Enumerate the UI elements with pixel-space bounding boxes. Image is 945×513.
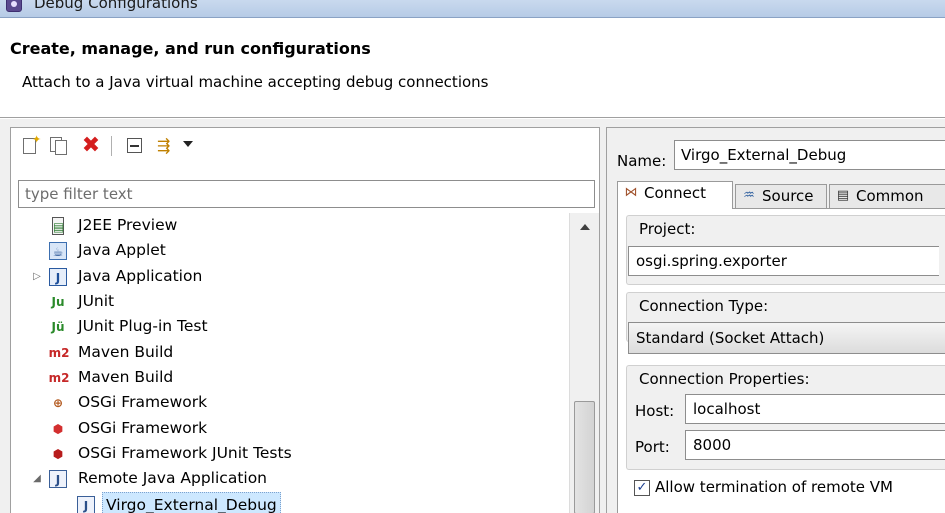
tree-item-label: OSGi Framework bbox=[78, 393, 208, 411]
j2ee-preview-icon: ▤ bbox=[52, 217, 64, 235]
tree-item-osgi-framework-junit-tests[interactable]: ⬢ OSGi Framework JUnit Tests bbox=[11, 441, 567, 466]
new-config-icon[interactable]: ✦ bbox=[21, 133, 41, 156]
name-label: Name: bbox=[617, 152, 667, 170]
connection-type-select[interactable]: Standard (Socket Attach) bbox=[628, 322, 945, 354]
tree-item-maven-build[interactable]: m2 Maven Build bbox=[11, 365, 567, 390]
port-input[interactable] bbox=[685, 430, 945, 460]
project-input[interactable] bbox=[628, 246, 939, 276]
filter-input[interactable] bbox=[18, 180, 595, 208]
filter-icon[interactable]: ⇶ bbox=[157, 136, 177, 156]
tab-source[interactable]: ♒ Source bbox=[735, 184, 827, 208]
scroll-up-arrow-icon[interactable] bbox=[580, 224, 590, 230]
allow-termination-row[interactable]: ✓ Allow termination of remote VM bbox=[634, 478, 945, 498]
java-applet-icon: ☕ bbox=[49, 242, 67, 260]
tab-connect[interactable]: ⋈ Connect bbox=[617, 181, 733, 209]
tree-item-label: Java Application bbox=[78, 267, 203, 285]
collapse-all-icon[interactable] bbox=[125, 136, 145, 156]
tree-item-label: JUnit Plug-in Test bbox=[78, 317, 208, 335]
java-application-icon: J bbox=[49, 268, 67, 286]
tree-item-label: Maven Build bbox=[78, 368, 174, 386]
chevron-down-icon[interactable] bbox=[183, 141, 193, 147]
config-editor-panel: Name: ⋈ Connect ♒ Source ▤ Common Projec… bbox=[606, 127, 945, 513]
tree-item-label: Remote Java Application bbox=[78, 469, 268, 487]
maven-icon: m2 bbox=[48, 371, 70, 385]
config-name-input[interactable] bbox=[674, 140, 945, 170]
eclipse-app-icon bbox=[6, 0, 22, 12]
tree-item-osgi-framework[interactable]: ⊕ OSGi Framework bbox=[11, 390, 567, 415]
dialog-description: Attach to a Java virtual machine accepti… bbox=[22, 73, 489, 91]
scrollbar-thumb[interactable] bbox=[574, 401, 595, 513]
common-icon: ▤ bbox=[836, 188, 850, 203]
remote-java-config-icon: J bbox=[77, 496, 95, 513]
toolbar-separator bbox=[111, 136, 112, 156]
tree-item-junit[interactable]: Ju JUnit bbox=[11, 289, 567, 314]
delete-icon[interactable]: ✖ bbox=[81, 135, 101, 157]
remote-java-icon: J bbox=[49, 470, 67, 488]
osgi-framework-icon: ⊕ bbox=[52, 396, 64, 410]
port-label: Port: bbox=[635, 438, 670, 456]
tree-item-maven-build[interactable]: m2 Maven Build bbox=[11, 340, 567, 365]
connection-properties-label: Connection Properties: bbox=[639, 370, 810, 388]
tab-connect-label: Connect bbox=[644, 184, 707, 202]
host-label: Host: bbox=[635, 402, 675, 420]
maven-icon: m2 bbox=[48, 346, 70, 360]
launch-config-tree: ▤ J2EE Preview ☕ Java Applet ▷ J Java Ap… bbox=[11, 213, 567, 513]
dialog-header: Create, manage, and run configurations A… bbox=[0, 18, 945, 118]
osgi-framework-icon: ⬢ bbox=[52, 422, 64, 436]
osgi-junit-icon: ⬢ bbox=[52, 447, 64, 461]
tree-item-label: J2EE Preview bbox=[78, 216, 178, 234]
tree-item-label: Java Applet bbox=[78, 241, 166, 259]
window-title: Debug Configurations bbox=[34, 0, 198, 12]
tree-item-label: OSGi Framework JUnit Tests bbox=[78, 444, 292, 462]
duplicate-icon[interactable] bbox=[49, 136, 69, 156]
project-label: Project: bbox=[639, 220, 696, 238]
tree-item-j2ee-preview[interactable]: ▤ J2EE Preview bbox=[11, 213, 567, 238]
tree-scrollbar[interactable] bbox=[569, 213, 599, 513]
tree-item-label: Maven Build bbox=[78, 343, 174, 361]
host-input[interactable] bbox=[685, 394, 945, 424]
tree-item-java-applet[interactable]: ☕ Java Applet bbox=[11, 238, 567, 263]
tree-item-label: Virgo_External_Debug bbox=[102, 492, 281, 513]
tree-item-junit-plugin-test[interactable]: Jü JUnit Plug-in Test bbox=[11, 314, 567, 339]
tree-item-virgo-external-debug[interactable]: J Virgo_External_Debug bbox=[11, 492, 567, 513]
launch-config-tree-panel: ✦ ✖ ⇶ ▤ J2EE Preview ☕ Java Applet ▷ J J… bbox=[10, 127, 600, 513]
tab-source-label: Source bbox=[762, 187, 814, 205]
junit-plugin-icon: Jü bbox=[51, 320, 65, 334]
config-tabs: ⋈ Connect ♒ Source ▤ Common bbox=[617, 181, 945, 209]
source-icon: ♒ bbox=[743, 188, 755, 203]
window-title-bar: Debug Configurations bbox=[0, 0, 945, 18]
tree-item-label: OSGi Framework bbox=[78, 419, 208, 437]
connection-type-label: Connection Type: bbox=[639, 297, 769, 315]
junit-icon: Ju bbox=[51, 295, 65, 309]
tree-item-osgi-framework[interactable]: ⬢ OSGi Framework bbox=[11, 416, 567, 441]
tree-toolbar: ✦ ✖ ⇶ bbox=[11, 128, 599, 166]
collapse-arrow-icon[interactable]: ◢ bbox=[31, 466, 43, 491]
dialog-body: ✦ ✖ ⇶ ▤ J2EE Preview ☕ Java Applet ▷ J J… bbox=[0, 119, 945, 513]
allow-termination-checkbox[interactable]: ✓ bbox=[634, 480, 650, 496]
tab-common[interactable]: ▤ Common bbox=[829, 184, 945, 208]
connect-tab-body: Project: Connection Type: Standard (Sock… bbox=[617, 208, 945, 513]
connect-icon: ⋈ bbox=[624, 185, 638, 200]
dialog-title: Create, manage, and run configurations bbox=[10, 39, 371, 58]
tree-item-remote-java-application[interactable]: ◢ J Remote Java Application bbox=[11, 466, 567, 491]
tree-item-label: JUnit bbox=[78, 292, 115, 310]
allow-termination-label: Allow termination of remote VM bbox=[655, 478, 893, 496]
expand-arrow-icon[interactable]: ▷ bbox=[31, 264, 43, 289]
connection-properties-group: Connection Properties: Host: Port: bbox=[626, 365, 945, 470]
tab-common-label: Common bbox=[856, 187, 924, 205]
tree-item-java-application[interactable]: ▷ J Java Application bbox=[11, 264, 567, 289]
